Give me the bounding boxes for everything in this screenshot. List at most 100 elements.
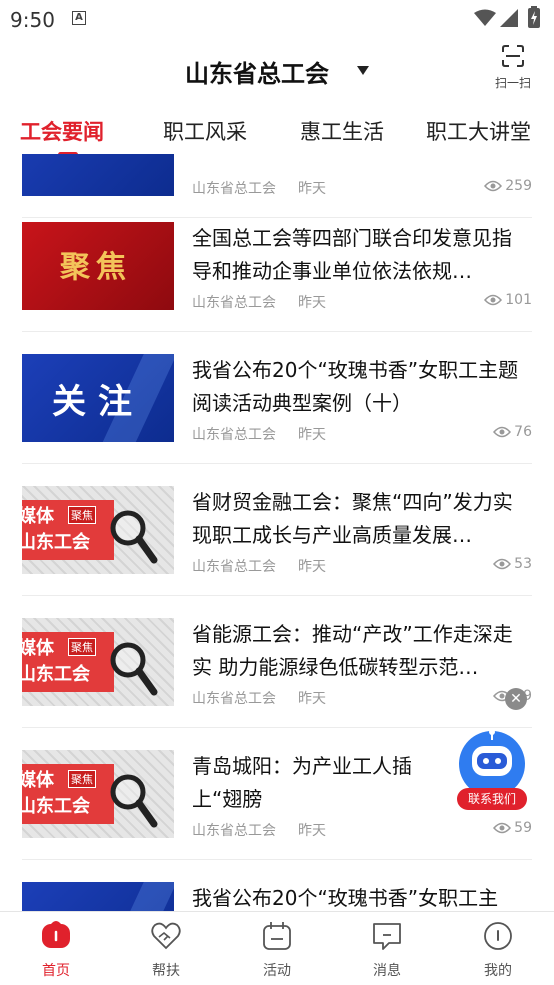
news-source: 山东省总工会 [192,181,276,197]
dropdown-triangle-icon[interactable] [357,66,369,75]
news-thumbnail: 聚焦 [22,222,174,310]
news-views: 101 [484,292,532,308]
news-source: 山东省总工会 [192,559,276,575]
news-date: 昨天 [298,295,326,311]
magnifier-icon [110,642,158,696]
news-source: 山东省总工会 [192,823,276,839]
status-bar: 9:50 A [0,0,554,38]
nav-help[interactable]: 帮扶 [126,920,206,980]
notification-a-icon: A [72,11,86,25]
magnifier-icon [110,774,158,828]
nav-profile[interactable]: 我的 [458,920,538,980]
news-date: 昨天 [298,691,326,707]
eye-icon [493,558,512,570]
close-icon[interactable]: ✕ [505,688,527,710]
page-title[interactable]: 山东省总工会 [185,54,329,89]
news-headline: 省财贸金融工会：聚焦“四向”发力实现职工成长与产业高质量发展… [192,490,513,547]
home-icon [42,921,70,948]
news-views: 59 [493,820,532,836]
news-meta: 山东省总工会 昨天 [192,688,326,708]
news-source: 山东省总工会 [192,691,276,707]
thumbnail-tag: 聚焦 [68,770,96,788]
thumbnail-line1: 媒体 [22,770,54,791]
eye-icon [484,180,503,192]
news-item[interactable]: 聚焦 全国总工会等四部门联合印发意见指导和推动企事业单位依法依规… 山东省总工会… [22,200,532,332]
news-date: 昨天 [298,181,326,197]
thumbnail-text: 聚焦 [60,250,132,285]
news-meta: 山东省总工会 昨天 [192,178,326,198]
profile-icon [484,922,512,950]
tab-worker-lecture[interactable]: 职工大讲堂 [426,116,531,146]
news-meta: 山东省总工会 昨天 [192,292,326,312]
news-views: 259 [484,178,532,194]
news-item[interactable]: 我省公布20个“玫瑰书香”女职工主 [22,860,532,911]
thumbnail-tag: 聚焦 [68,506,96,524]
news-thumbnail: 媒体 山东工会 聚焦 [22,750,174,838]
eye-icon [493,426,512,438]
nav-label: 我的 [484,963,512,979]
news-headline: 我省公布20个“玫瑰书香”女职工主 [192,886,499,910]
news-item[interactable]: 媒体 山东工会 聚焦 省财贸金融工会：聚焦“四向”发力实现职工成长与产业高质量发… [22,464,532,596]
views-count: 53 [514,556,532,572]
news-source: 山东省总工会 [192,295,276,311]
news-headline: 全国总工会等四部门联合印发意见指导和推动企事业单位依法依规… [192,226,512,283]
news-thumbnail [22,882,174,911]
tab-worker-style[interactable]: 职工风采 [163,116,247,146]
status-time: 9:50 [10,8,55,32]
news-headline: 我省公布20个“玫瑰书香”女职工主题阅读活动典型案例（十） [192,358,519,415]
news-meta: 山东省总工会 昨天 [192,556,326,576]
views-count: 59 [514,820,532,836]
news-headline: 青岛城阳：为产业工人插上“翅膀 [192,754,412,811]
contact-us-float-button[interactable]: ✕ 联系我们 [453,688,531,812]
news-item[interactable]: 关注 我省公布20个“玫瑰书香”女职工主题阅读活动典型案例（十） 山东省总工会 昨… [22,332,532,464]
news-meta: 山东省总工会 昨天 [192,820,326,840]
news-meta: 山东省总工会 昨天 [192,424,326,444]
thumbnail-text: 关注 [52,382,144,422]
eye-icon [484,294,503,306]
news-date: 昨天 [298,559,326,575]
nav-messages[interactable]: 消息 [347,920,427,980]
scan-label: 扫一扫 [494,76,531,90]
nav-label: 活动 [263,963,291,979]
magnifier-icon [110,510,158,564]
heart-hand-icon [151,922,181,950]
app-header: 山东省总工会 扫一扫 [0,38,554,108]
news-views: 53 [493,556,532,572]
news-thumbnail [22,154,174,196]
eye-icon [493,822,512,834]
thumbnail-line2: 山东工会 [22,532,90,553]
nav-label: 消息 [373,963,401,979]
views-count: 259 [505,178,532,194]
news-source: 山东省总工会 [192,427,276,443]
activity-icon [263,922,291,950]
category-tabs: 工会要闻 职工风采 惠工生活 职工大讲堂 [0,108,554,157]
message-icon [373,923,401,950]
bottom-nav: 首页 帮扶 活动 消息 我的 [0,911,554,985]
thumbnail-line2: 山东工会 [22,796,90,817]
thumbnail-line2: 山东工会 [22,664,90,685]
thumbnail-line1: 媒体 [22,638,54,659]
tab-worker-benefits[interactable]: 惠工生活 [300,116,384,146]
news-date: 昨天 [298,823,326,839]
scan-button[interactable]: 扫一扫 [490,44,536,94]
thumbnail-line1: 媒体 [22,506,54,527]
views-count: 76 [514,424,532,440]
thumbnail-tag: 聚焦 [68,638,96,656]
news-thumbnail: 媒体 山东工会 聚焦 [22,486,174,574]
cell-signal-icon [500,9,518,27]
news-views: 76 [493,424,532,440]
news-date: 昨天 [298,427,326,443]
nav-home[interactable]: 首页 [16,920,96,980]
tab-union-news[interactable]: 工会要闻 [20,116,104,146]
news-headline: 省能源工会：推动“产改”工作走深走实 助力能源绿色低碳转型示范… [192,622,513,679]
wifi-icon [474,9,496,26]
news-thumbnail: 关注 [22,354,174,442]
contact-us-label: 联系我们 [457,788,527,810]
news-thumbnail: 媒体 山东工会 聚焦 [22,618,174,706]
scan-icon [502,45,524,67]
nav-activity[interactable]: 活动 [237,920,317,980]
nav-label: 首页 [42,963,70,979]
news-item[interactable]: 媒体 山东工会 聚焦 省能源工会：推动“产改”工作走深走实 助力能源绿色低碳转型… [22,596,532,728]
views-count: 101 [505,292,532,308]
nav-label: 帮扶 [152,963,180,979]
